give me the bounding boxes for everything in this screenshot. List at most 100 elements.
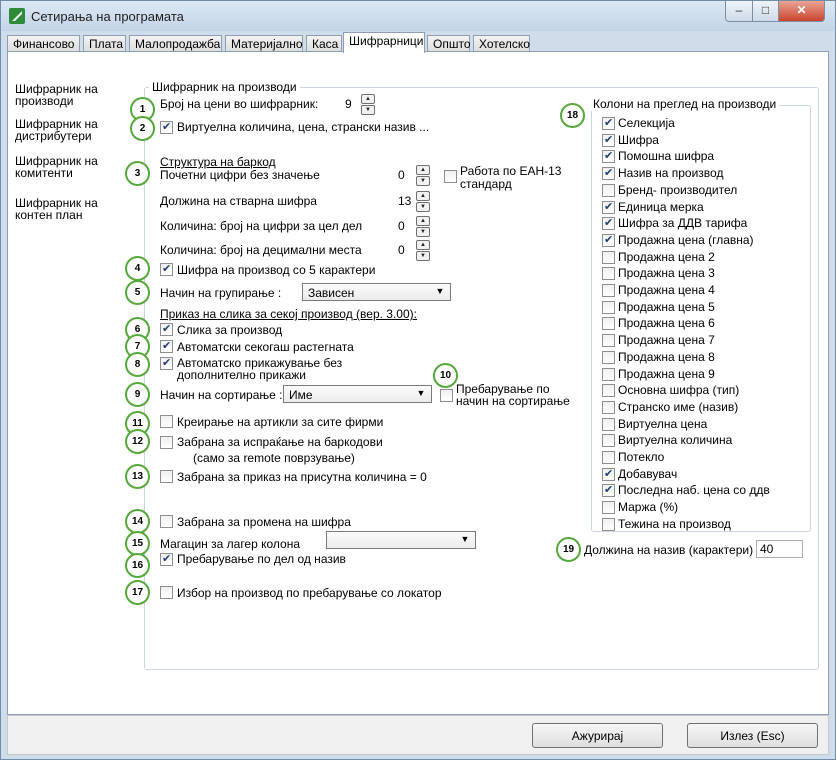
column-label: Основна шифра (тип) — [618, 383, 740, 398]
column-checkbox[interactable] — [602, 300, 615, 314]
up-arrow-icon[interactable]: ▲ — [416, 216, 430, 226]
minimize-button[interactable]: – — [725, 1, 753, 22]
down-arrow-icon[interactable]: ▼ — [361, 105, 375, 115]
tab-opsto[interactable]: Општо — [427, 35, 471, 52]
down-arrow-icon[interactable]: ▼ — [416, 227, 430, 237]
marker-4: 4 — [125, 256, 150, 281]
column-checkbox[interactable] — [602, 116, 615, 130]
int-digits-label: Количина: број на цифри за цел дел — [160, 219, 363, 233]
marker-19: 19 — [556, 537, 581, 562]
exit-button[interactable]: Излез (Esc) — [687, 723, 818, 748]
column-checkbox[interactable] — [602, 451, 615, 464]
column-checkbox[interactable] — [602, 284, 615, 297]
column-checkbox[interactable] — [602, 200, 615, 214]
up-arrow-icon[interactable]: ▲ — [416, 165, 430, 175]
tab-hotelsko[interactable]: Хотелско — [473, 35, 530, 52]
column-label: Продажна цена (главна) — [618, 232, 754, 247]
sidebar-item-chart-of-accounts[interactable]: Шифрарник на контен план — [15, 197, 115, 221]
column-checkbox[interactable] — [602, 133, 615, 147]
column-checkbox[interactable] — [602, 400, 615, 414]
barcode-ban-label: Забрана за испраќање на баркодови — [177, 435, 383, 449]
sidebar-item-products[interactable]: Шифрарник на производи — [15, 83, 115, 107]
sort-dropdown[interactable]: Име ▼ — [283, 385, 432, 403]
column-checkbox[interactable] — [602, 250, 615, 264]
dropdown-arrow-icon[interactable]: ▼ — [414, 388, 428, 398]
app-logo-icon — [9, 8, 25, 24]
tab-finansovo[interactable]: Финансово — [7, 35, 80, 52]
update-button[interactable]: Ажурирај — [532, 723, 663, 748]
marker-12: 12 — [125, 429, 150, 454]
search-sort-checkbox[interactable] — [440, 389, 453, 402]
locator-checkbox[interactable] — [160, 586, 173, 599]
virtual-checkbox[interactable] — [160, 120, 173, 134]
tab-plata[interactable]: Плата — [83, 35, 126, 52]
column-checkbox[interactable] — [602, 334, 615, 348]
column-checkbox[interactable] — [602, 267, 615, 281]
name-length-label: Должина на назив (карактери) — [584, 543, 754, 557]
column-checkbox[interactable] — [602, 233, 615, 247]
column-checkbox[interactable] — [602, 216, 615, 231]
close-button[interactable]: ✕ — [778, 1, 825, 22]
int-digits-arrows[interactable]: ▲ ▼ — [416, 216, 430, 237]
marker-17: 17 — [125, 580, 150, 605]
barcode-header: Структура на баркод — [160, 155, 276, 169]
tab-kasa[interactable]: Каса — [306, 35, 342, 52]
locator-label: Избор на производ по пребарување со лока… — [177, 586, 442, 600]
tab-sifrarnici[interactable]: Шифрарници — [343, 32, 425, 53]
up-arrow-icon[interactable]: ▲ — [416, 191, 430, 201]
marker-9: 9 — [125, 382, 150, 407]
grouping-dropdown[interactable]: Зависен ▼ — [302, 283, 451, 301]
partial-search-checkbox[interactable] — [160, 552, 173, 566]
name-length-input[interactable]: 40 — [756, 540, 803, 558]
tab-materijalno[interactable]: Материјално — [225, 35, 303, 52]
auto-show-checkbox[interactable] — [160, 356, 173, 370]
warehouse-dropdown[interactable]: ▼ — [326, 531, 476, 549]
dec-digits-label: Количина: број на децимални места — [160, 243, 362, 257]
sort-label: Начин на сортирање : — [160, 388, 283, 402]
column-label: Продажна цена 4 — [618, 283, 715, 297]
sidebar-item-clients[interactable]: Шифрарник на комитенти — [15, 155, 115, 179]
column-checkbox[interactable] — [602, 467, 615, 481]
dropdown-arrow-icon[interactable]: ▼ — [458, 534, 472, 544]
sidebar-item-distributors[interactable]: Шифрарник на дистрибутери — [15, 118, 115, 142]
down-arrow-icon[interactable]: ▼ — [416, 202, 430, 212]
settings-window: Сетирања на програмата – □ ✕ Финансово П… — [0, 0, 836, 760]
maximize-button[interactable]: □ — [752, 1, 779, 22]
dec-digits-arrows[interactable]: ▲ ▼ — [416, 240, 430, 261]
up-arrow-icon[interactable]: ▲ — [361, 94, 375, 104]
up-arrow-icon[interactable]: ▲ — [416, 240, 430, 250]
code5-checkbox[interactable] — [160, 262, 173, 276]
column-checkbox[interactable] — [602, 434, 615, 448]
dropdown-arrow-icon[interactable]: ▼ — [433, 286, 447, 296]
columns-title: Колони на преглед на производи — [590, 97, 780, 111]
barcode-ban-checkbox[interactable] — [160, 436, 173, 449]
column-checkbox[interactable] — [602, 417, 615, 431]
code-change-checkbox[interactable] — [160, 515, 173, 528]
create-all-checkbox[interactable] — [160, 415, 173, 428]
column-checkbox[interactable] — [602, 483, 615, 498]
leading-zeros-label: Почетни цифри без значење — [160, 168, 320, 182]
column-checkbox[interactable] — [602, 384, 615, 398]
column-label: Продажна цена 8 — [618, 349, 715, 364]
auto-stretch-checkbox[interactable] — [160, 339, 173, 353]
column-label: Потекло — [618, 450, 665, 464]
product-image-checkbox[interactable] — [160, 322, 173, 336]
column-checkbox[interactable] — [602, 149, 615, 164]
column-checkbox[interactable] — [602, 517, 615, 531]
down-arrow-icon[interactable]: ▼ — [416, 251, 430, 261]
leading-zeros-arrows[interactable]: ▲ ▼ — [416, 165, 430, 186]
price-count-arrows[interactable]: ▲ ▼ — [361, 94, 375, 115]
column-checkbox[interactable] — [602, 183, 615, 197]
column-checkbox[interactable] — [602, 166, 615, 181]
marker-10: 10 — [433, 363, 458, 388]
ean13-checkbox[interactable] — [444, 170, 457, 183]
tab-maloprodazba[interactable]: Малопродажба — [129, 35, 222, 52]
down-arrow-icon[interactable]: ▼ — [416, 176, 430, 186]
column-checkbox[interactable] — [602, 367, 615, 381]
zero-qty-checkbox[interactable] — [160, 470, 173, 483]
column-checkbox[interactable] — [602, 501, 615, 515]
column-checkbox[interactable] — [602, 350, 615, 364]
column-checkbox[interactable] — [602, 317, 615, 331]
marker-13: 13 — [125, 464, 150, 489]
real-code-len-arrows[interactable]: ▲ ▼ — [416, 191, 430, 212]
